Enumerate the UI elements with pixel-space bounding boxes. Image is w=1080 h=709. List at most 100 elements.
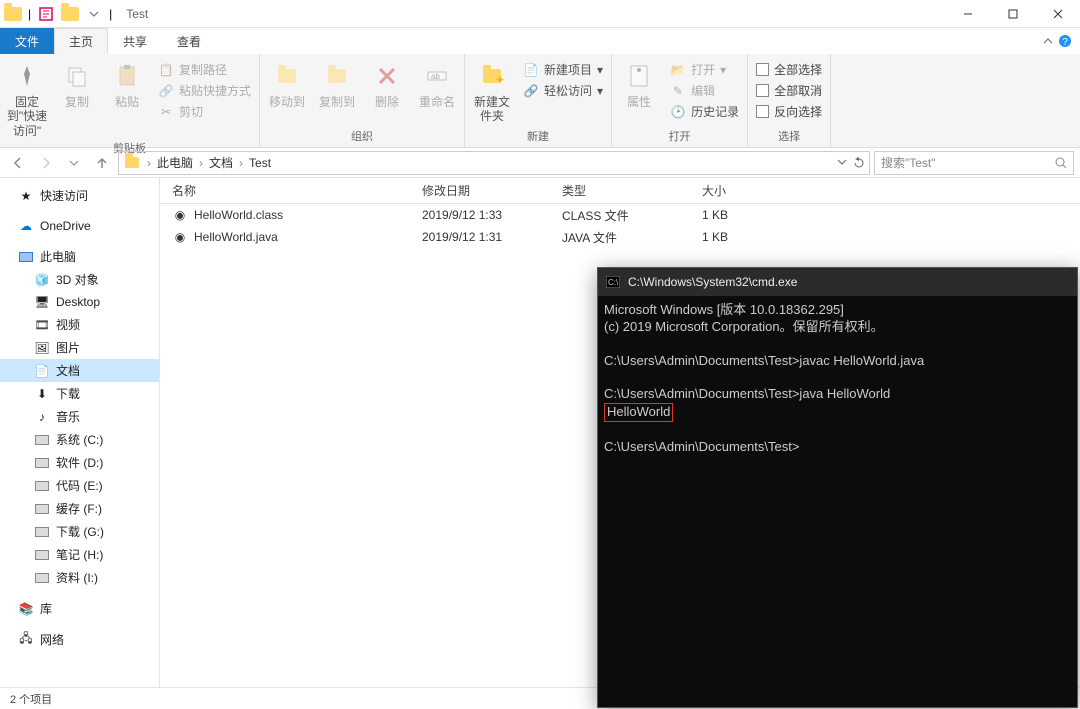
invert-button[interactable]: 反向选择 (752, 102, 826, 121)
sidebar-onedrive[interactable]: ☁OneDrive (0, 215, 159, 237)
item-count: 2 个项目 (10, 691, 52, 707)
tab-file[interactable]: 文件 (0, 28, 54, 54)
close-button[interactable] (1035, 0, 1080, 28)
selectall-button[interactable]: 全部选择 (752, 60, 826, 79)
forward-button[interactable] (34, 151, 58, 175)
pin-button[interactable]: 固定到"快速访问" (4, 56, 50, 138)
cmd-line: (c) 2019 Microsoft Corporation。保留所有权利。 (604, 319, 884, 334)
pin-icon (11, 60, 43, 92)
downloads-icon: ⬇ (34, 386, 50, 402)
sidebar-item[interactable]: 🖼图片 (0, 336, 159, 359)
sidebar-item[interactable]: 资料 (I:) (0, 566, 159, 589)
svg-text:?: ? (1062, 37, 1068, 48)
col-date[interactable]: 修改日期 (410, 182, 550, 199)
breadcrumb-seg-docs[interactable]: 文档 (209, 154, 233, 171)
open-button[interactable]: 📂打开 ▾ (666, 60, 743, 79)
ribbon-expand-icon[interactable] (1042, 35, 1054, 47)
sidebar-item[interactable]: 系统 (C:) (0, 428, 159, 451)
copyto-button[interactable]: 复制到 (314, 56, 360, 109)
video-icon: 🎞 (34, 317, 50, 333)
cmd-output-highlight: HelloWorld (604, 403, 673, 422)
cmd-prompt: C:\Users\Admin\Documents\Test> (604, 439, 799, 454)
minimize-button[interactable] (945, 0, 990, 28)
newitem-button[interactable]: 📄新建项目 ▾ (519, 60, 607, 79)
cmd-body[interactable]: Microsoft Windows [版本 10.0.18362.295] (c… (598, 296, 1077, 462)
tab-view[interactable]: 查看 (162, 28, 216, 54)
quick-access-toolbar: | | (0, 5, 116, 23)
paste-button[interactable]: 粘贴 (104, 56, 150, 109)
refresh-icon[interactable] (853, 157, 865, 169)
cmd-titlebar[interactable]: C:\ C:\Windows\System32\cmd.exe (598, 268, 1077, 296)
recent-dropdown[interactable] (62, 151, 86, 175)
network-icon: 🖧 (18, 632, 34, 648)
help-icon[interactable]: ? (1058, 34, 1072, 48)
drive-icon (34, 501, 50, 517)
sidebar-item[interactable]: 🎞视频 (0, 313, 159, 336)
folder-qat-icon[interactable] (61, 5, 79, 23)
easyaccess-button[interactable]: 🔗轻松访问 ▾ (519, 81, 607, 100)
moveto-button[interactable]: 移动到 (264, 56, 310, 109)
breadcrumb-seg-test[interactable]: Test (249, 156, 271, 170)
sidebar-item[interactable]: ⬇下载 (0, 382, 159, 405)
col-size[interactable]: 大小 (690, 182, 790, 199)
col-type[interactable]: 类型 (550, 182, 690, 199)
breadcrumb-seg-pc[interactable]: 此电脑 (157, 154, 193, 171)
file-row[interactable]: ◉HelloWorld.class 2019/9/12 1:33 CLASS 文… (160, 204, 1080, 226)
history-icon: 🕑 (670, 104, 686, 120)
star-icon: ★ (18, 188, 34, 204)
svg-text:ab: ab (431, 72, 440, 81)
sidebar-network[interactable]: 🖧网络 (0, 628, 159, 651)
col-name[interactable]: 名称 (160, 182, 410, 199)
copy-button[interactable]: 复制 (54, 56, 100, 109)
properties-qat-icon[interactable] (37, 5, 55, 23)
properties-icon (623, 60, 655, 92)
chevron-down-icon[interactable] (85, 5, 103, 23)
new-group-label: 新建 (469, 126, 607, 147)
sidebar-item[interactable]: 笔记 (H:) (0, 543, 159, 566)
history-button[interactable]: 🕑历史记录 (666, 102, 743, 121)
copypath-button[interactable]: 📋复制路径 (154, 60, 255, 79)
cmd-window[interactable]: C:\ C:\Windows\System32\cmd.exe Microsof… (597, 267, 1078, 708)
pin-label: 固定到"快速访问" (4, 95, 50, 138)
tab-home[interactable]: 主页 (54, 28, 108, 54)
tab-share[interactable]: 共享 (108, 28, 162, 54)
open-icon: 📂 (670, 62, 686, 78)
sidebar-item[interactable]: 缓存 (F:) (0, 497, 159, 520)
sidebar-item[interactable]: 🧊3D 对象 (0, 268, 159, 291)
back-button[interactable] (6, 151, 30, 175)
shortcut-icon: 🔗 (158, 83, 174, 99)
breadcrumb-dropdown-icon[interactable] (837, 157, 847, 169)
sidebar-thispc[interactable]: 此电脑 (0, 245, 159, 268)
rename-button[interactable]: ab 重命名 (414, 56, 460, 109)
edit-button[interactable]: ✎编辑 (666, 81, 743, 100)
sidebar-item[interactable]: 代码 (E:) (0, 474, 159, 497)
sidebar-item[interactable]: 软件 (D:) (0, 451, 159, 474)
sidebar-item-documents[interactable]: 📄文档 (0, 359, 159, 382)
rename-icon: ab (421, 60, 453, 92)
edit-icon: ✎ (670, 83, 686, 99)
properties-button[interactable]: 属性 (616, 56, 662, 109)
pc-icon (18, 249, 34, 265)
pasteshortcut-button[interactable]: 🔗粘贴快捷方式 (154, 81, 255, 100)
3d-icon: 🧊 (34, 272, 50, 288)
newfolder-button[interactable]: ✦ 新建文件夹 (469, 56, 515, 124)
sidebar-item[interactable]: ♪音乐 (0, 405, 159, 428)
sidebar-item[interactable]: 🖥Desktop (0, 291, 159, 313)
file-row[interactable]: ◉HelloWorld.java 2019/9/12 1:31 JAVA 文件 … (160, 226, 1080, 248)
delete-button[interactable]: 删除 (364, 56, 410, 109)
up-button[interactable] (90, 151, 114, 175)
paste-label: 粘贴 (115, 95, 139, 109)
documents-icon: 📄 (34, 363, 50, 379)
drive-icon (34, 432, 50, 448)
sidebar-quick-access[interactable]: ★快速访问 (0, 184, 159, 207)
cut-button[interactable]: ✂剪切 (154, 102, 255, 121)
selectnone-button[interactable]: 全部取消 (752, 81, 826, 100)
search-input[interactable]: 搜索"Test" (874, 151, 1074, 175)
maximize-button[interactable] (990, 0, 1035, 28)
breadcrumb[interactable]: › 此电脑 › 文档 › Test (118, 151, 870, 175)
qat-divider: | (28, 7, 31, 21)
sidebar-item[interactable]: 下载 (G:) (0, 520, 159, 543)
window-title: Test (126, 7, 148, 21)
sidebar-libraries[interactable]: 📚库 (0, 597, 159, 620)
newitem-icon: 📄 (523, 62, 539, 78)
